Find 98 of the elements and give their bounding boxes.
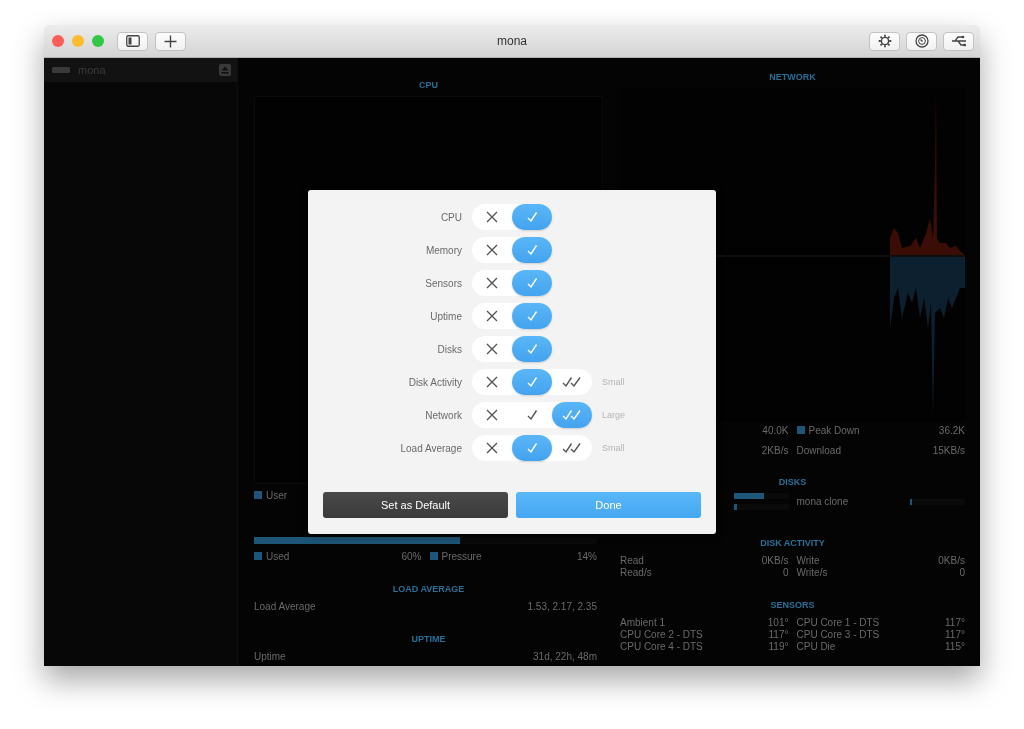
stat-value: 15KB/s xyxy=(932,444,965,456)
stat-value: 2KB/s xyxy=(761,444,789,456)
stat-value: 36.2K xyxy=(938,424,965,436)
toggle-option[interactable] xyxy=(512,237,552,263)
stat-value: 117° xyxy=(768,628,789,640)
disk-name: mona clone xyxy=(796,496,849,507)
eject-icon xyxy=(221,66,229,74)
x-icon xyxy=(486,343,498,355)
x-icon xyxy=(486,310,498,322)
stat-label: Read xyxy=(620,554,644,566)
x-icon xyxy=(486,376,498,388)
check-icon xyxy=(526,442,538,454)
stat-label: CPU Core 1 - DTS xyxy=(796,616,880,628)
section-title: CPU xyxy=(419,80,438,90)
stat-value: 40.0K xyxy=(762,424,789,436)
check-icon xyxy=(526,409,538,421)
setting-label: Disks xyxy=(436,343,462,355)
plus-icon xyxy=(164,34,177,48)
stat-label: Write xyxy=(796,554,820,566)
section-title: LOAD AVERAGE xyxy=(392,584,465,594)
minimize-button[interactable] xyxy=(72,35,84,47)
section-title: DISK ACTIVITY xyxy=(760,538,825,548)
stat-value: 60% xyxy=(401,550,422,562)
section-title: NETWORK xyxy=(769,72,816,82)
setting-label: CPU xyxy=(439,211,462,223)
setting-label: Uptime xyxy=(429,310,462,322)
stat-label: Write/s xyxy=(796,566,828,578)
window-title: mona xyxy=(496,34,528,48)
setting-label: Sensors xyxy=(424,277,462,289)
toggle-option[interactable] xyxy=(512,204,552,230)
section-title: DISKS xyxy=(778,477,807,487)
stat-value: 31d, 22h, 48m xyxy=(533,650,597,662)
settings-button[interactable] xyxy=(869,31,900,51)
stat-value: 0 xyxy=(959,566,965,578)
stat-label: Pressure xyxy=(441,550,482,562)
stat-label: Load Average xyxy=(254,600,316,612)
close-button[interactable] xyxy=(52,35,64,47)
stat-label: CPU Core 4 - DTS xyxy=(620,640,703,652)
toggle-option[interactable] xyxy=(512,435,552,461)
x-icon xyxy=(486,277,498,289)
toggle-option[interactable] xyxy=(512,270,552,296)
toggle-option[interactable] xyxy=(552,402,592,428)
done-button[interactable]: Done xyxy=(516,492,701,518)
toggle-option[interactable] xyxy=(512,369,552,395)
eject-button[interactable] xyxy=(219,64,231,76)
default-button[interactable]: Set as Default xyxy=(323,492,508,518)
x-icon xyxy=(486,211,498,223)
stat-label: CPU Die xyxy=(796,640,836,652)
double-check-icon xyxy=(562,409,582,421)
zoom-button[interactable] xyxy=(92,35,104,47)
sidebar-toggle-button[interactable] xyxy=(117,31,148,51)
stat-value: 1.53, 2.17, 2.35 xyxy=(527,600,597,612)
sidebar-icon xyxy=(125,35,140,47)
stat-value: 101° xyxy=(767,616,789,628)
add-button[interactable] xyxy=(155,31,186,51)
check-icon xyxy=(526,376,538,388)
stat-value: 0 xyxy=(782,566,789,578)
gauge-button[interactable] xyxy=(906,31,937,51)
double-check-icon xyxy=(562,376,582,388)
stat-value: 117° xyxy=(945,616,965,628)
double-check-icon xyxy=(562,442,582,454)
section-title: UPTIME xyxy=(411,634,446,644)
toggle-option[interactable] xyxy=(512,303,552,329)
check-icon xyxy=(526,277,538,289)
stat-value: 117° xyxy=(945,628,965,640)
stat-label: CPU Core 2 - DTS xyxy=(620,628,703,640)
drive-icon xyxy=(52,66,70,74)
settings-icon xyxy=(877,34,892,48)
stat-label: Peak Down xyxy=(808,424,860,436)
check-icon xyxy=(526,310,538,322)
stat-label: Read/s xyxy=(620,566,652,578)
stat-value: 115° xyxy=(945,640,965,652)
setting-label: Network xyxy=(424,409,462,421)
stat-label: Used xyxy=(266,550,290,562)
setting-label: Load Average xyxy=(399,442,462,454)
stat-label: User xyxy=(266,489,288,501)
stat-value: 119° xyxy=(768,640,789,652)
usb-icon xyxy=(950,34,967,48)
section-title: SENSORS xyxy=(770,600,815,610)
toggle-option[interactable] xyxy=(512,336,552,362)
setting-label: Memory xyxy=(424,244,462,256)
gauge-icon xyxy=(914,34,929,48)
check-icon xyxy=(526,211,538,223)
stat-label: CPU Core 3 - DTS xyxy=(796,628,880,640)
stat-value: 0KB/s xyxy=(938,554,965,566)
check-icon xyxy=(526,343,538,355)
x-icon xyxy=(486,409,498,421)
usb-button[interactable] xyxy=(943,31,974,51)
check-icon xyxy=(526,244,538,256)
x-icon xyxy=(486,244,498,256)
stat-label: Ambient 1 xyxy=(620,616,666,628)
x-icon xyxy=(486,442,498,454)
stat-label: Download xyxy=(796,444,841,456)
stat-value: 0KB/s xyxy=(761,554,789,566)
stat-label: Uptime xyxy=(254,650,286,662)
size-note: Large xyxy=(602,410,627,420)
setting-label: Disk Activity xyxy=(407,376,462,388)
stat-value: 14% xyxy=(577,550,597,562)
